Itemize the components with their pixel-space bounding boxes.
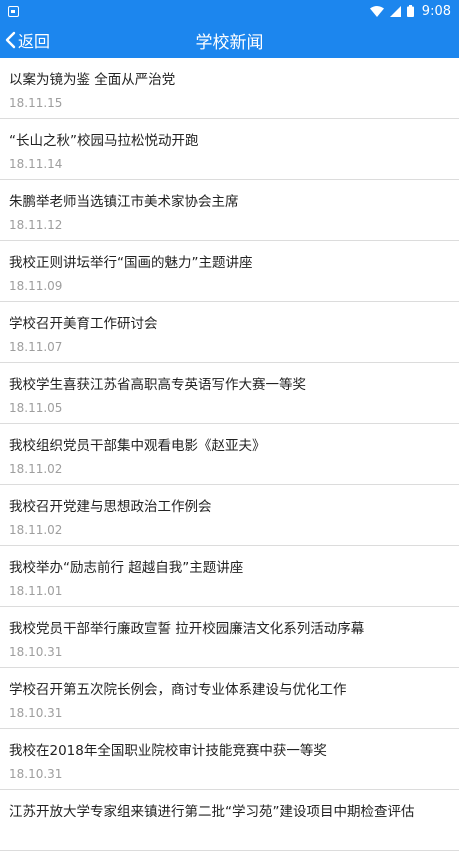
status-time: 9:08 xyxy=(421,3,451,19)
news-title: 我校召开党建与思想政治工作例会 xyxy=(9,499,212,515)
news-item[interactable]: 我校举办“励志前行 超越自我”主题讲座 18.11.01 xyxy=(0,546,459,607)
app-bar: 返回 学校新闻 xyxy=(0,22,459,58)
status-right: 9:08 xyxy=(369,3,451,19)
news-title: “长山之秋”校园马拉松悦动开跑 xyxy=(9,133,199,149)
news-title: 朱鹏举老师当选镇江市美术家协会主席 xyxy=(9,194,239,210)
battery-icon xyxy=(406,5,414,17)
status-left xyxy=(8,5,19,17)
news-date: 18.11.12 xyxy=(9,218,63,232)
news-date: 18.11.15 xyxy=(9,96,63,110)
news-date: 18.11.02 xyxy=(9,462,63,476)
news-item[interactable]: 我校组织党员干部集中观看电影《赵亚夫》 18.11.02 xyxy=(0,424,459,485)
news-title: 以案为镜为鉴 全面从严治党 xyxy=(9,72,176,88)
news-title: 我校举办“励志前行 超越自我”主题讲座 xyxy=(9,560,244,576)
news-item[interactable]: 我校在2018年全国职业院校审计技能竞赛中获一等奖 18.10.31 xyxy=(0,729,459,790)
status-bar: 9:08 xyxy=(0,0,459,22)
news-item[interactable]: “长山之秋”校园马拉松悦动开跑 18.11.14 xyxy=(0,119,459,180)
news-item[interactable]: 以案为镜为鉴 全面从严治党 18.11.15 xyxy=(0,58,459,119)
back-button[interactable]: 返回 xyxy=(4,22,50,58)
news-item[interactable]: 我校正则讲坛举行“国画的魅力”主题讲座 18.11.09 xyxy=(0,241,459,302)
page-title: 学校新闻 xyxy=(195,32,264,53)
notification-icon xyxy=(8,5,19,17)
news-date: 18.10.31 xyxy=(9,767,63,781)
news-date: 18.11.05 xyxy=(9,401,63,415)
news-title: 学校召开美育工作研讨会 xyxy=(9,316,158,332)
chevron-left-icon xyxy=(4,31,16,49)
news-item[interactable]: 学校召开第五次院长例会，商讨专业体系建设与优化工作 18.10.31 xyxy=(0,668,459,729)
news-date: 18.10.31 xyxy=(9,645,63,659)
back-label: 返回 xyxy=(18,32,51,51)
news-title: 我校组织党员干部集中观看电影《赵亚夫》 xyxy=(9,438,266,454)
news-item[interactable]: 江苏开放大学专家组来镇进行第二批“学习苑”建设项目中期检查评估 xyxy=(0,790,459,851)
signal-icon xyxy=(389,5,401,17)
news-item[interactable]: 我校学生喜获江苏省高职高专英语写作大赛一等奖 18.11.05 xyxy=(0,363,459,424)
news-title: 江苏开放大学专家组来镇进行第二批“学习苑”建设项目中期检查评估 xyxy=(9,804,415,820)
news-date: 18.11.14 xyxy=(9,157,63,171)
news-item[interactable]: 朱鹏举老师当选镇江市美术家协会主席 18.11.12 xyxy=(0,180,459,241)
news-item[interactable]: 我校党员干部举行廉政宣誓 拉开校园廉洁文化系列活动序幕 18.10.31 xyxy=(0,607,459,668)
news-title: 我校党员干部举行廉政宣誓 拉开校园廉洁文化系列活动序幕 xyxy=(9,621,365,637)
news-title: 我校在2018年全国职业院校审计技能竞赛中获一等奖 xyxy=(9,743,327,759)
news-date: 18.11.01 xyxy=(9,584,63,598)
wifi-icon xyxy=(369,5,384,17)
news-title: 我校正则讲坛举行“国画的魅力”主题讲座 xyxy=(9,255,253,271)
news-title: 学校召开第五次院长例会，商讨专业体系建设与优化工作 xyxy=(9,682,347,698)
news-item[interactable]: 学校召开美育工作研讨会 18.11.07 xyxy=(0,302,459,363)
news-date: 18.11.07 xyxy=(9,340,63,354)
news-title: 我校学生喜获江苏省高职高专英语写作大赛一等奖 xyxy=(9,377,306,393)
news-date: 18.10.31 xyxy=(9,706,63,720)
news-list: 以案为镜为鉴 全面从严治党 18.11.15 “长山之秋”校园马拉松悦动开跑 1… xyxy=(0,58,459,851)
news-date: 18.11.09 xyxy=(9,279,63,293)
news-item[interactable]: 我校召开党建与思想政治工作例会 18.11.02 xyxy=(0,485,459,546)
news-date: 18.11.02 xyxy=(9,523,63,537)
